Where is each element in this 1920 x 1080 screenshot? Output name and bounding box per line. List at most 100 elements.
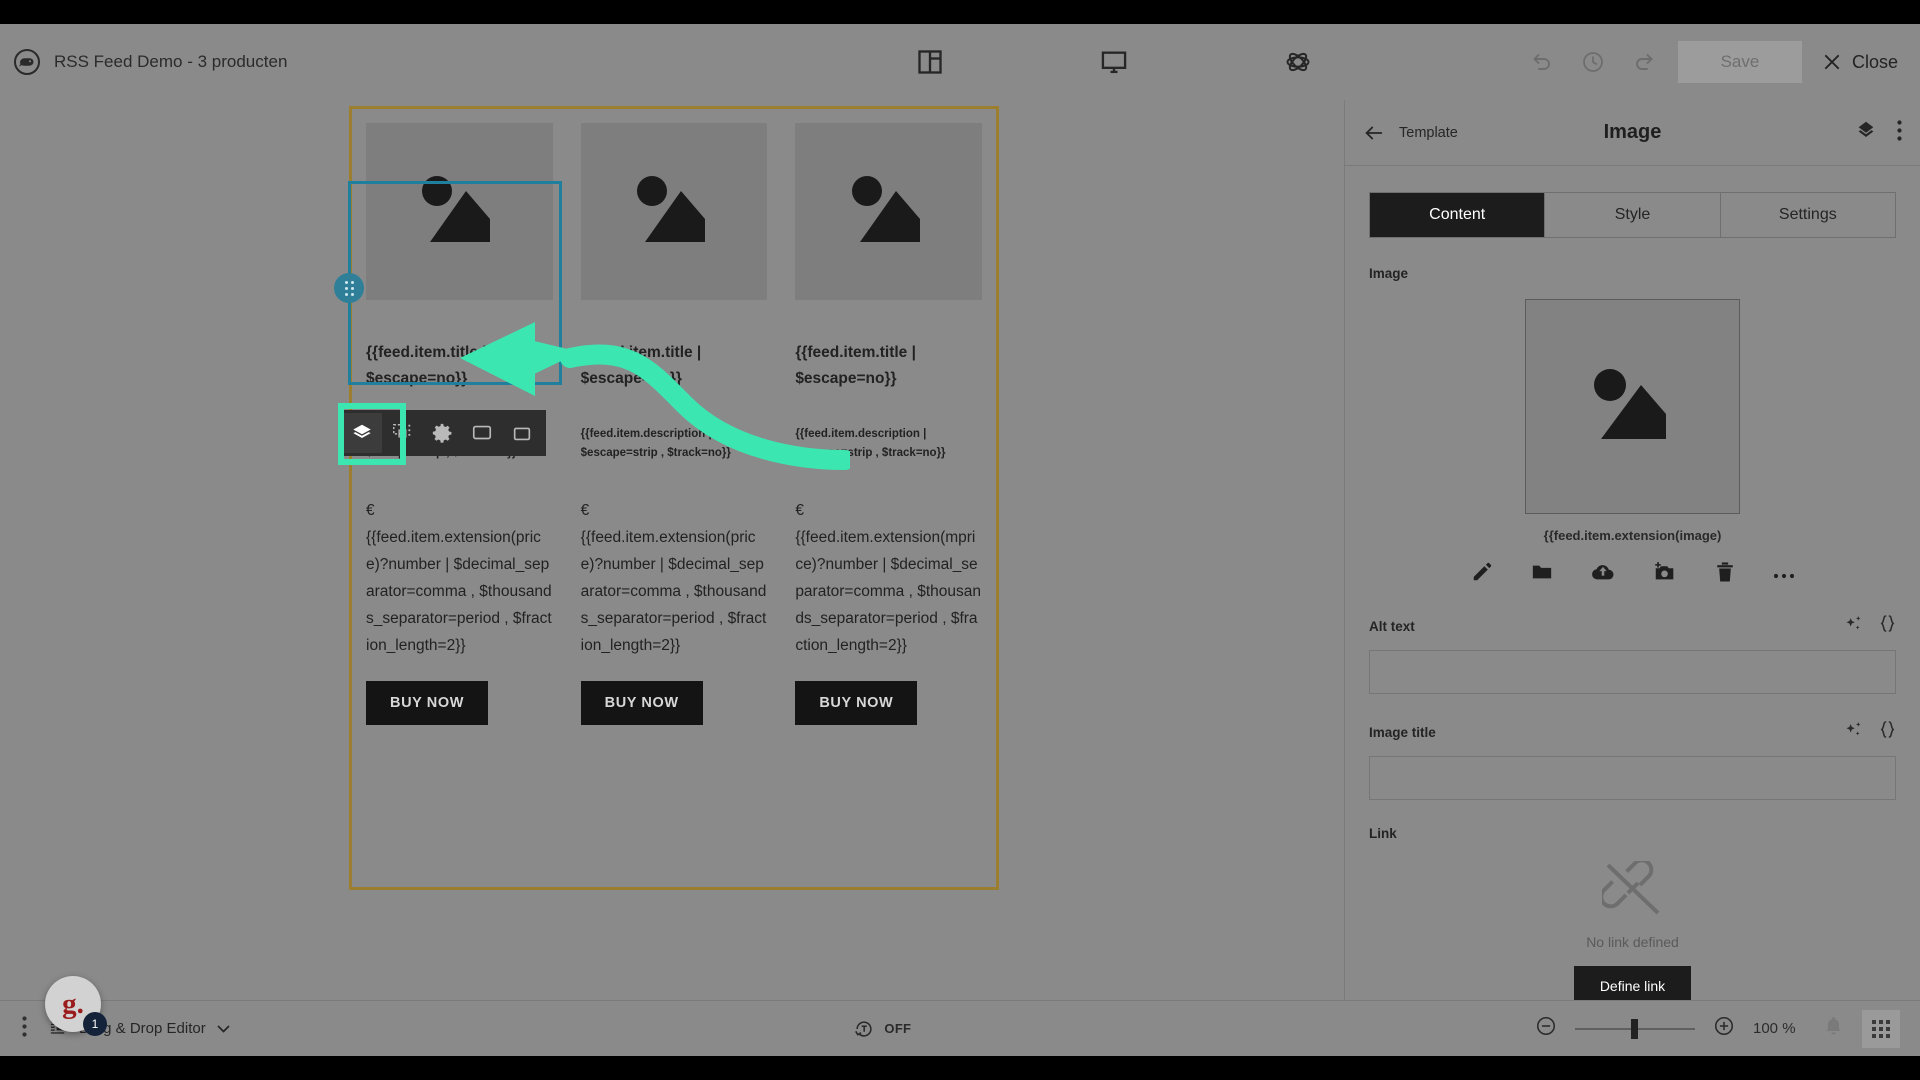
- alt-text-input[interactable]: [1369, 650, 1896, 694]
- currency-symbol-1: €: [366, 501, 375, 519]
- tab-style[interactable]: Style: [1545, 193, 1721, 237]
- cloud-upload-icon[interactable]: [1591, 561, 1615, 588]
- zoom-in-icon[interactable]: [1713, 1015, 1735, 1042]
- bird-logo-icon: [14, 49, 40, 75]
- buy-now-button-1[interactable]: BUY NOW: [366, 681, 489, 726]
- product-column-2[interactable]: {{feed.item.title | $escape=no}} {{feed.…: [567, 109, 782, 726]
- image-title-input[interactable]: [1369, 756, 1896, 800]
- layers-icon[interactable]: [342, 413, 382, 453]
- layers-diamond-icon[interactable]: [1855, 119, 1877, 146]
- image-preview[interactable]: [1525, 299, 1740, 514]
- autotranslate-toggle[interactable]: OFF: [230, 1018, 1535, 1040]
- product-title-3[interactable]: {{feed.item.title | $escape=no}}: [795, 340, 982, 393]
- zoom-slider-knob[interactable]: [1631, 1018, 1638, 1039]
- image-title-label-icons: [1844, 720, 1896, 744]
- image-action-bar: [1369, 561, 1896, 588]
- bell-icon[interactable]: [1823, 1015, 1844, 1042]
- buy-now-button-3[interactable]: BUY NOW: [795, 681, 918, 726]
- desktop-preview-icon[interactable]: [1097, 45, 1131, 79]
- close-label: Close: [1851, 51, 1898, 72]
- element-floating-toolbar[interactable]: [338, 410, 546, 456]
- broken-link-icon: [1598, 858, 1659, 915]
- buy-wrapper-3: BUY NOW: [795, 681, 982, 726]
- autotranslate-state: OFF: [884, 1021, 912, 1036]
- drag-handle[interactable]: [334, 273, 364, 303]
- swap-icon[interactable]: [462, 413, 502, 453]
- currency-symbol-2: €: [580, 501, 590, 519]
- camera-add-icon[interactable]: [1653, 561, 1677, 588]
- more-vertical-icon[interactable]: [1897, 119, 1902, 146]
- tab-content[interactable]: Content: [1370, 193, 1546, 237]
- image-title-label: Image title: [1369, 724, 1436, 740]
- product-description-2[interactable]: {{feed.item.description | $escape=strip …: [581, 425, 768, 463]
- image-section-label: Image: [1369, 266, 1409, 281]
- app-window: RSS Feed Demo - 3 producten Save Close {…: [0, 24, 1920, 1056]
- tab-settings[interactable]: Settings: [1721, 193, 1895, 237]
- link-empty-text: No link defined: [1586, 934, 1679, 950]
- panel-tabs: Content Style Settings: [1369, 192, 1896, 238]
- close-x-icon: [1824, 54, 1840, 70]
- duplicate-icon[interactable]: [382, 413, 422, 453]
- canvas-area[interactable]: {{feed.item.title | $escape=no}} {{feed.…: [0, 100, 1344, 1056]
- product-price-1[interactable]: € {{feed.item.extension(price)?number | …: [366, 497, 553, 660]
- email-template-body[interactable]: {{feed.item.title | $escape=no}} {{feed.…: [349, 106, 999, 890]
- trash-icon[interactable]: [1715, 561, 1735, 588]
- more-horizontal-icon[interactable]: [1773, 566, 1795, 584]
- product-description-3[interactable]: {{feed.item.description | $escape=strip …: [795, 425, 982, 463]
- folder-icon[interactable]: [1531, 561, 1553, 588]
- screenshot-root: RSS Feed Demo - 3 producten Save Close {…: [0, 0, 1920, 1080]
- alt-text-label-row: Alt text: [1369, 614, 1896, 638]
- image-title-label-row: Image title: [1369, 720, 1896, 744]
- ai-sparkle-icon[interactable]: [1844, 614, 1863, 638]
- history-clock-icon[interactable]: [1578, 47, 1608, 77]
- redo-icon[interactable]: [1628, 47, 1658, 77]
- product-column-3[interactable]: {{feed.item.title | $escape=no}} {{feed.…: [781, 109, 996, 726]
- product-image-placeholder-3[interactable]: [795, 123, 982, 300]
- avatar-initial: g.: [62, 987, 84, 1020]
- buy-wrapper-1: BUY NOW: [366, 681, 553, 726]
- curly-braces-icon[interactable]: [1879, 614, 1896, 638]
- undo-icon[interactable]: [1528, 47, 1558, 77]
- avatar-notification-badge: 1: [83, 1012, 107, 1036]
- layout-columns-icon[interactable]: [913, 45, 947, 79]
- topbar-right: Save Close: [1528, 41, 1920, 83]
- zoom-slider[interactable]: [1575, 1018, 1695, 1039]
- atom-settings-icon[interactable]: [1281, 45, 1315, 79]
- arrow-left-icon: [1365, 126, 1383, 139]
- top-toolbar: RSS Feed Demo - 3 producten Save Close: [0, 24, 1920, 100]
- right-properties-panel: Template Image Content Style Settings Im…: [1344, 100, 1920, 1056]
- curly-braces-icon[interactable]: [1879, 720, 1896, 744]
- product-title-2[interactable]: {{feed.item.title | $escape=no}}: [581, 340, 768, 393]
- panel-header-actions: [1855, 119, 1902, 146]
- image-preview-wrapper: {{feed.item.extension(image): [1369, 299, 1896, 588]
- price-expression-2: {{feed.item.extension(price)?number | $d…: [580, 528, 767, 655]
- edit-pencil-icon[interactable]: [1471, 561, 1493, 588]
- image-placeholder-icon: [1593, 368, 1666, 439]
- product-title-1[interactable]: {{feed.item.title | $escape=no}}: [366, 340, 553, 393]
- alt-text-label-icons: [1844, 614, 1896, 638]
- ai-sparkle-icon[interactable]: [1844, 720, 1863, 744]
- product-price-2[interactable]: € {{feed.item.extension(price)?number | …: [581, 497, 768, 660]
- product-price-3[interactable]: € {{feed.item.extension(mprice)?number |…: [795, 497, 982, 660]
- save-button[interactable]: Save: [1677, 41, 1802, 83]
- delete-icon[interactable]: [502, 413, 542, 453]
- zoom-out-icon[interactable]: [1535, 1015, 1557, 1042]
- topbar-center-icons: [700, 45, 1528, 79]
- auto-text-icon: [855, 1020, 873, 1037]
- more-vertical-icon[interactable]: [22, 1015, 27, 1042]
- panel-back-button[interactable]: Template: [1363, 122, 1458, 144]
- product-image-placeholder-2[interactable]: [580, 123, 768, 300]
- user-avatar[interactable]: g. 1: [45, 976, 107, 1036]
- panel-back-label: Template: [1399, 124, 1458, 141]
- buy-now-button-2[interactable]: BUY NOW: [580, 681, 703, 726]
- gear-icon[interactable]: [422, 413, 462, 453]
- product-image-placeholder-1[interactable]: [366, 123, 553, 300]
- currency-symbol-3: €: [795, 501, 804, 519]
- image-source-caption: {{feed.item.extension(image): [1543, 528, 1722, 543]
- link-label: Link: [1369, 826, 1397, 841]
- close-button[interactable]: Close: [1822, 52, 1898, 73]
- bottom-status-bar: Drag & Drop Editor OFF 100 %: [0, 1000, 1920, 1056]
- apps-grid-icon[interactable]: [1862, 1009, 1900, 1048]
